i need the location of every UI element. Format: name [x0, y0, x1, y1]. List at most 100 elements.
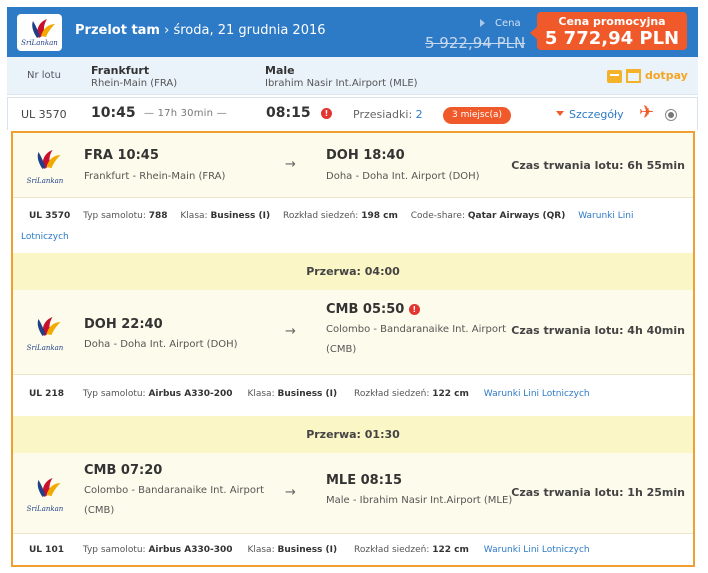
layover-2: Przerwa: 01:30 [13, 416, 693, 453]
segment-departure-airport: Doha - Doha Int. Airport (DOH) [84, 339, 238, 350]
flight-summary-row[interactable]: UL 3570 10:45 — 17h 30min — 08:15 ! Prze… [7, 97, 698, 130]
segment-1: SriLankan FRA 10:45 Frankfurt - Rhein-Ma… [13, 133, 693, 197]
promo-price-badge[interactable]: Cena promocyjna 5 772,94 PLN [537, 12, 687, 50]
segment-arrival-airport-code: (CMB) [326, 344, 357, 355]
info-class: Business (I) [277, 545, 338, 555]
peacock-logo-icon [37, 150, 61, 169]
details-toggle-link[interactable]: Szczegóły [556, 108, 624, 121]
next-day-warning-icon: ! [408, 304, 420, 315]
info-class-label: Klasa: [180, 211, 208, 221]
transfers-info: Przesiadki: 2 [353, 108, 423, 121]
segment-3: SriLankan CMB 07:20 Colombo - Bandaranai… [13, 453, 693, 533]
airline-terms-link[interactable]: Warunki Lini Lotniczych [484, 545, 590, 555]
destination-city: Male [265, 64, 295, 77]
segment-duration: Czas trwania lotu: 6h 55min [511, 159, 685, 172]
select-flight-radio[interactable] [665, 109, 677, 121]
segment-departure: DOH 22:40 [84, 317, 163, 332]
dotpay-logo: dotpay [645, 69, 688, 82]
card-payment-icon [607, 70, 622, 83]
airline-logo-text: SriLankan [21, 39, 58, 47]
segment-departure: FRA 10:45 [84, 148, 159, 163]
info-seat-pitch: 122 cm [432, 545, 469, 555]
seats-left-badge: 3 miejsc(a) [443, 107, 512, 124]
segment-airline-logo-text: SriLankan [26, 505, 64, 513]
info-aircraft: 788 [148, 211, 168, 221]
summary-arrival-time: 08:15 [266, 105, 311, 121]
info-seat-pitch-label: Rozkład siedzeń: [354, 545, 430, 555]
route-row: Nr lotu Frankfurt Rhein-Main (FRA) Male … [7, 57, 698, 95]
info-aircraft-label: Typ samolotu: [82, 389, 146, 399]
info-class: Business (I) [277, 389, 338, 399]
info-codeshare: Qatar Airways (QR) [467, 211, 566, 221]
peacock-logo-icon [37, 478, 61, 497]
segment-2: SriLankan DOH 22:40 Doha - Doha Int. Air… [13, 290, 693, 374]
segment-info-line: UL 3570 Typ samolotu: 788 Klasa: Busines… [29, 211, 633, 221]
segment-arrow-icon: → [285, 157, 296, 172]
origin-city: Frankfurt [91, 64, 150, 77]
segment-info-line: UL 218 Typ samolotu: Airbus A330-200 Kla… [29, 389, 590, 399]
info-seat-pitch: 198 cm [361, 211, 398, 221]
info-aircraft-label: Typ samolotu: [82, 545, 146, 555]
peacock-logo-icon [32, 19, 55, 38]
info-flight-number: UL 101 [29, 545, 64, 555]
segment-arrival-text: CMB 05:50 [326, 302, 405, 317]
segment-arrival: MLE 08:15 [326, 473, 403, 488]
segment-departure-airport: Colombo - Bandaranaike Int. Airport [84, 485, 265, 496]
info-class-label: Klasa: [247, 389, 275, 399]
segment-info-line: UL 101 Typ samolotu: Airbus A330-300 Kla… [29, 545, 590, 555]
segment-airline-logo: SriLankan [22, 145, 68, 185]
segment-arrival: DOH 18:40 [326, 148, 405, 163]
plane-icon: ✈ [639, 102, 655, 123]
page-title: Przelot tam › środa, 21 grudnia 2016 [75, 23, 326, 38]
segment-airline-logo: SriLankan [22, 473, 68, 513]
segment-airline-logo: SriLankan [22, 312, 68, 352]
price-label: Cena [495, 18, 521, 29]
segment-arrival-airport: Male - Ibrahim Nasir Int.Airport (MLE) [326, 495, 513, 506]
info-class: Business (I) [210, 211, 271, 221]
segment-2-info: UL 218 Typ samolotu: Airbus A330-200 Kla… [13, 374, 693, 421]
segment-arrow-icon: → [285, 485, 296, 500]
info-codeshare-label: Code-share: [410, 211, 466, 221]
segment-airline-logo-text: SriLankan [26, 177, 64, 185]
layover-1: Przerwa: 04:00 [13, 253, 693, 290]
segment-arrival-airport: Colombo - Bandaranaike Int. Airport [326, 324, 507, 335]
transfers-count: 2 [415, 108, 423, 121]
promo-price: 5 772,94 PLN [544, 28, 680, 49]
transfers-label: Przesiadki: [353, 108, 413, 121]
airline-terms-link[interactable]: Warunki Lini [578, 211, 633, 221]
origin-airport: Rhein-Main (FRA) [91, 78, 178, 89]
segment-duration: Czas trwania lotu: 4h 40min [511, 324, 685, 337]
segment-arrival-airport: Doha - Doha Int. Airport (DOH) [326, 171, 480, 182]
info-flight-number: UL 3570 [29, 211, 71, 221]
info-aircraft: Airbus A330-200 [148, 389, 233, 399]
segment-departure-airport: Frankfurt - Rhein-Main (FRA) [84, 171, 226, 182]
next-day-warning-icon: ! [321, 108, 332, 119]
info-seat-pitch: 122 cm [432, 389, 469, 399]
info-flight-number: UL 218 [29, 389, 64, 399]
airline-terms-link[interactable]: Warunki Lini Lotniczych [484, 389, 590, 399]
summary-duration: — 17h 30min — [144, 108, 227, 119]
summary-flight-number: UL 3570 [21, 108, 67, 121]
old-price: 5 922,94 PLN [425, 34, 526, 52]
segment-1-info: UL 3570 Typ samolotu: 788 Klasa: Busines… [13, 197, 693, 252]
segment-arrow-icon: → [285, 324, 296, 339]
airline-logo: SriLankan [17, 14, 62, 51]
promo-label: Cena promocyjna [558, 15, 666, 28]
summary-departure-time: 10:45 [91, 105, 136, 121]
title-date: › środa, 21 grudnia 2016 [159, 23, 326, 38]
info-seat-pitch-label: Rozkład siedzeń: [282, 211, 359, 221]
price-caret-icon [480, 19, 485, 27]
segment-departure: CMB 07:20 [84, 463, 163, 478]
segment-duration: Czas trwania lotu: 1h 25min [511, 486, 685, 499]
title-direction: Przelot tam [75, 23, 160, 38]
bank-payment-icon [626, 69, 641, 83]
info-aircraft-label: Typ samolotu: [83, 211, 146, 221]
flight-details-panel: SriLankan FRA 10:45 Frankfurt - Rhein-Ma… [11, 131, 695, 567]
info-class-label: Klasa: [247, 545, 275, 555]
segment-airline-logo-text: SriLankan [26, 344, 64, 352]
segment-arrival: CMB 05:50 ! [326, 302, 420, 317]
segment-3-info: UL 101 Typ samolotu: Airbus A330-300 Kla… [13, 533, 693, 565]
airline-terms-link-continued[interactable]: Lotniczych [21, 232, 69, 242]
peacock-logo-icon [37, 317, 61, 336]
info-seat-pitch-label: Rozkład siedzeń: [354, 389, 430, 399]
